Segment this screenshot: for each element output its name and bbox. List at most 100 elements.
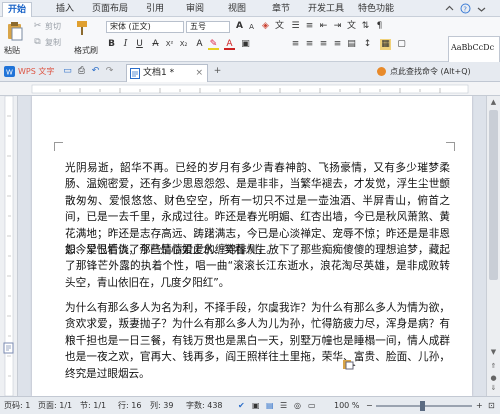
bullet-list-icon[interactable]: ☰ <box>290 21 301 32</box>
shading-icon[interactable]: ▦ <box>380 39 391 50</box>
redo-icon[interactable]: ↷ <box>104 66 115 77</box>
tab-insert[interactable]: 插入 <box>52 2 78 17</box>
svg-text:W: W <box>6 69 13 77</box>
view-read-icon[interactable]: ▭ <box>308 401 316 411</box>
ribbon-toolbar: 粘贴 ✂ 剪切 ⧉ 复制 格式刷 宋体 (正文) 五号 A A ◈ 文 B I … <box>0 17 500 76</box>
scroll-thumb[interactable] <box>489 110 498 280</box>
align-left-icon[interactable]: ≡ <box>290 39 301 50</box>
prev-page-icon[interactable]: ⇑ <box>489 362 498 371</box>
phonetic-icon[interactable]: 文 <box>274 21 285 32</box>
zoom-in-icon[interactable]: + <box>476 401 483 411</box>
copy-icon: ⧉ <box>34 37 41 47</box>
save-icon[interactable]: ▭ <box>62 66 73 77</box>
margin-mark-left <box>54 142 63 151</box>
fit-window-icon[interactable]: ⊡ <box>488 401 495 411</box>
vertical-scrollbar[interactable]: ▲ ▼ ⇑ ● ⇓ <box>486 96 500 396</box>
search-command-field[interactable]: 点此查找命令 (Alt+Q) <box>390 66 471 77</box>
strikethrough-icon[interactable]: A <box>150 39 161 50</box>
view-web-icon[interactable]: ◎ <box>294 401 301 411</box>
italic-icon[interactable]: I <box>120 39 131 50</box>
text-effect-icon[interactable]: A <box>194 39 205 50</box>
collapse-ribbon-icon[interactable] <box>444 3 455 14</box>
status-section: 节: 1/1 <box>80 401 107 410</box>
compat-icon[interactable]: ▣ <box>252 401 260 411</box>
select-browse-icon[interactable]: ● <box>489 374 498 383</box>
page-options-icon[interactable] <box>3 342 15 354</box>
document-tab[interactable]: 文档1 * × <box>126 64 208 82</box>
status-bar: 页码: 1 页面: 1/1 节: 1/1 行: 16 列: 39 字数: 438… <box>0 396 500 414</box>
scroll-down-icon[interactable]: ▼ <box>489 348 498 357</box>
zoom-level[interactable]: 100 % <box>334 401 359 411</box>
scroll-up-icon[interactable]: ▲ <box>489 98 498 107</box>
grow-font-icon[interactable]: A <box>234 21 245 32</box>
format-painter-icon <box>74 20 90 36</box>
paste-icon[interactable] <box>6 21 24 41</box>
tab-developer[interactable]: 开发工具 <box>306 2 346 17</box>
bold-icon[interactable]: B <box>106 39 117 50</box>
print-icon[interactable]: ⎙ <box>76 66 87 77</box>
justify-icon[interactable]: ≡ <box>332 39 343 50</box>
wps-menu-icon[interactable]: W <box>4 66 15 77</box>
underline-icon[interactable]: U <box>134 39 145 50</box>
tab-start[interactable]: 开始 <box>2 2 32 17</box>
paragraph-2[interactable]: 如今早已看淡了那些情情爱爱的缠绵悱恻，放下了那些痴痴傻傻的理想追梦，藏起了那锋芒… <box>65 242 450 291</box>
spellcheck-icon[interactable]: ✔ <box>238 401 245 411</box>
decrease-indent-icon[interactable]: ⇤ <box>318 21 329 32</box>
distribute-icon[interactable]: ▤ <box>346 39 357 50</box>
document-title: 文档1 * <box>143 68 175 78</box>
status-pages[interactable]: 页面: 1/1 <box>38 401 72 411</box>
next-page-icon[interactable]: ⇓ <box>489 384 498 393</box>
paste-button[interactable]: 粘贴 <box>4 45 20 56</box>
cut-icon: ✂ <box>33 21 42 31</box>
menu-overflow-icon[interactable] <box>476 3 487 14</box>
cut-button[interactable]: 剪切 <box>45 21 61 32</box>
view-outline-icon[interactable]: ☰ <box>280 401 287 411</box>
help-icon[interactable]: ? <box>460 3 471 14</box>
format-painter-button[interactable]: 格式刷 <box>74 45 98 56</box>
number-list-icon[interactable]: ≡ <box>304 21 315 32</box>
show-marks-icon[interactable]: ¶ <box>374 21 385 32</box>
undo-icon[interactable]: ↶ <box>90 66 101 77</box>
tab-references[interactable]: 引用 <box>142 2 168 17</box>
copy-button[interactable]: 复制 <box>45 37 61 48</box>
tab-review[interactable]: 审阅 <box>182 2 208 17</box>
document-canvas[interactable]: 光阴易逝，韶华不再。已经的岁月有多少青春神韵、飞扬豪情，又有多少璀梦柔肠、温婉密… <box>18 96 486 396</box>
status-page-no[interactable]: 页码: 1 <box>4 401 30 411</box>
paste-options-icon[interactable] <box>342 358 356 370</box>
line-spacing-icon[interactable]: ↕ <box>362 39 373 50</box>
align-center-icon[interactable]: ≡ <box>304 39 315 50</box>
font-color-icon[interactable]: A <box>224 39 235 50</box>
char-border-icon[interactable]: ▣ <box>240 39 251 50</box>
shrink-font-icon[interactable]: A <box>246 22 257 33</box>
view-page-icon[interactable]: ▤ <box>266 401 274 411</box>
new-tab-icon[interactable]: + <box>212 66 223 77</box>
menu-bar: 开始 插入 页面布局 引用 审阅 视图 章节 开发工具 特色功能 ? <box>0 0 500 17</box>
svg-text:?: ? <box>463 6 467 14</box>
paragraph-3[interactable]: 为什么有那么多人为名为利，不择手段，尔虞我诈？为什么有那么多人为情为欲，贪欢求爱… <box>65 300 450 382</box>
horizontal-ruler[interactable] <box>0 82 500 96</box>
align-right-icon[interactable]: ≡ <box>318 39 329 50</box>
close-tab-icon[interactable]: × <box>195 65 203 81</box>
sort-icon[interactable]: ⇅ <box>360 21 371 32</box>
tab-features[interactable]: 特色功能 <box>356 2 396 17</box>
tab-view[interactable]: 视图 <box>224 2 250 17</box>
zoom-slider[interactable] <box>376 401 472 411</box>
border-icon[interactable]: ▢ <box>396 39 407 50</box>
tab-chapter[interactable]: 章节 <box>268 2 294 17</box>
document-page[interactable]: 光阴易逝，韶华不再。已经的岁月有多少青春神韵、飞扬豪情，又有多少璀梦柔肠、温婉密… <box>32 96 472 396</box>
clear-format-icon[interactable]: ◈ <box>260 21 271 32</box>
tab-page-layout[interactable]: 页面布局 <box>90 2 130 17</box>
document-tab-strip: W WPS 文字 ▶ ▭ ⎙ ↶ ↷ 文档1 * × + 点此查找命令 (Alt… <box>0 62 500 82</box>
subscript-icon[interactable]: X₂ <box>178 39 189 50</box>
increase-indent-icon[interactable]: ⇥ <box>332 21 343 32</box>
status-words[interactable]: 字数: 438 <box>186 401 223 411</box>
zoom-slider-thumb[interactable] <box>420 401 425 411</box>
chinese-layout-icon[interactable]: 文 <box>346 21 357 32</box>
highlight-icon[interactable]: ✎ <box>208 39 219 50</box>
vertical-ruler[interactable] <box>0 96 18 396</box>
wps-title[interactable]: WPS 文字 <box>18 66 54 77</box>
font-size-select[interactable]: 五号 <box>186 21 230 33</box>
zoom-out-icon[interactable]: − <box>366 401 373 411</box>
font-name-select[interactable]: 宋体 (正文) <box>106 21 184 33</box>
superscript-icon[interactable]: X² <box>164 39 175 50</box>
